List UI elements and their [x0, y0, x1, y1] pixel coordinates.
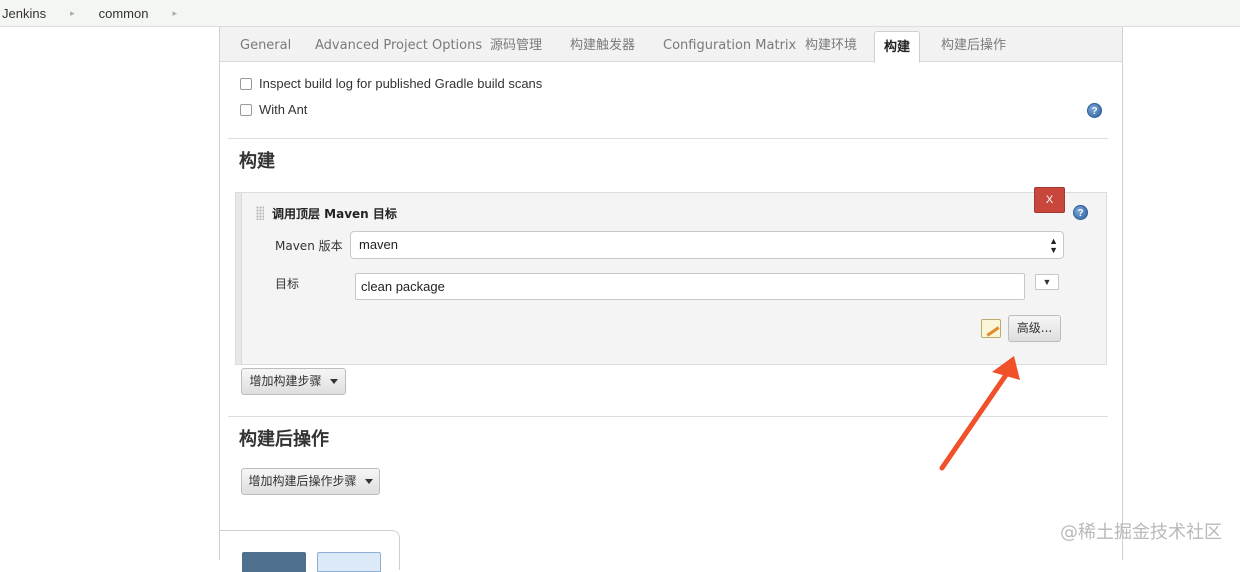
config-tabbar: General Advanced Project Options 源码管理 构建… [220, 27, 1122, 63]
maven-build-step: 调用顶层 Maven 目标 X Maven 版本 maven ▲ ▼ 目标 cle… [235, 187, 1107, 365]
step-left-rail [236, 193, 242, 364]
apply-button[interactable] [317, 552, 381, 572]
checkbox-row-with-ant[interactable]: With Ant [240, 102, 307, 117]
section-divider [228, 138, 1108, 139]
add-post-build-step-label: 增加构建后操作步骤 [248, 474, 357, 488]
select-arrows-icon: ▲ ▼ [1049, 236, 1058, 255]
advanced-button[interactable]: 高级... [1008, 315, 1061, 342]
maven-version-value: maven [359, 237, 399, 252]
tab-build[interactable]: 构建 [874, 31, 920, 63]
with-ant-checkbox[interactable] [240, 103, 252, 116]
gradle-scans-label: Inspect build log for published Gradle b… [259, 76, 543, 91]
form-footer-bar [220, 530, 400, 572]
goals-label: 目标 [275, 277, 300, 291]
tab-advanced-project-options[interactable]: Advanced Project Options [315, 30, 482, 62]
add-post-build-step-button[interactable]: 增加构建后操作步骤 [241, 468, 380, 495]
step-title: 调用顶层 Maven 目标 [272, 207, 397, 221]
checkbox-row-gradle-scans[interactable]: Inspect build log for published Gradle b… [240, 76, 542, 91]
post-build-section-title: 构建后操作 [239, 429, 329, 450]
tab-post-build[interactable]: 构建后操作 [941, 30, 1006, 62]
watermark: @稀土掘金技术社区 [1060, 522, 1222, 543]
tab-build-environment[interactable]: 构建环境 [805, 30, 857, 62]
notepad-icon[interactable] [981, 319, 1001, 338]
annotation-arrow-icon [939, 356, 1020, 471]
expand-textarea-icon[interactable]: ▼ [1035, 274, 1059, 290]
with-ant-help-icon[interactable]: ? [1087, 103, 1102, 118]
drag-handle-icon[interactable] [256, 206, 264, 220]
tab-source-management[interactable]: 源码管理 [490, 30, 542, 62]
config-panel: General Advanced Project Options 源码管理 构建… [219, 27, 1123, 572]
breadcrumb-common[interactable]: common [97, 6, 149, 21]
tab-configuration-matrix[interactable]: Configuration Matrix [663, 30, 796, 62]
tab-general[interactable]: General [240, 30, 291, 62]
chevron-down-icon [329, 379, 338, 384]
with-ant-label: With Ant [259, 102, 308, 117]
goals-input[interactable]: clean package [355, 273, 1025, 300]
breadcrumb-separator-icon[interactable]: ▸ [172, 8, 177, 19]
breadcrumb-jenkins[interactable]: Jenkins [0, 6, 46, 21]
breadcrumb: Jenkins ▸ common ▸ [0, 0, 1240, 27]
tab-build-triggers[interactable]: 构建触发器 [570, 30, 635, 62]
delete-step-button[interactable]: X [1034, 187, 1065, 213]
maven-version-select[interactable]: maven ▲ ▼ [350, 231, 1064, 259]
maven-step-help-icon[interactable]: ? [1073, 205, 1088, 220]
save-button[interactable] [242, 552, 306, 572]
add-build-step-button[interactable]: 增加构建步骤 [241, 368, 346, 395]
build-section-title: 构建 [239, 151, 275, 172]
maven-version-label: Maven 版本 [275, 239, 343, 253]
chevron-down-icon [364, 479, 373, 484]
gradle-scans-checkbox[interactable] [240, 77, 252, 90]
breadcrumb-separator-icon[interactable]: ▸ [70, 8, 75, 19]
add-build-step-label: 增加构建步骤 [249, 374, 322, 388]
